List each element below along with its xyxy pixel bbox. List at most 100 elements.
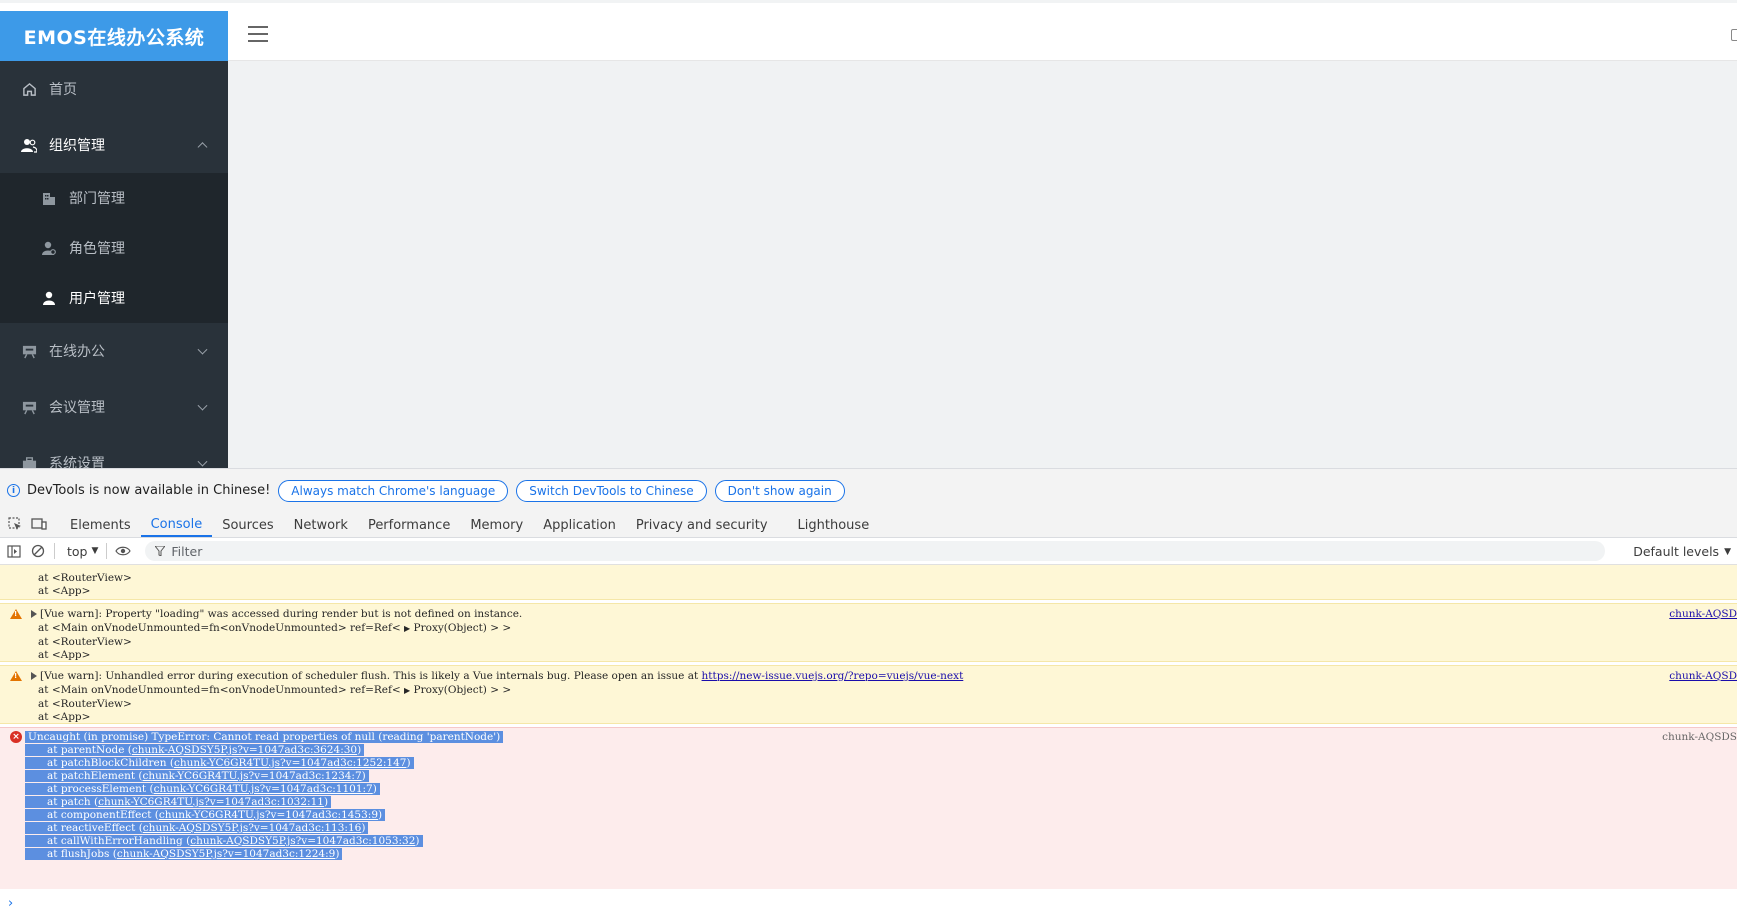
warning-text: [Vue warn]: Property "loading" was acces… bbox=[40, 608, 523, 620]
source-link[interactable]: chunk-AQSDS bbox=[1662, 731, 1737, 743]
filter-icon bbox=[154, 544, 167, 559]
app-logo[interactable]: EMOS在线办公系统 bbox=[0, 11, 228, 61]
console-toolbar: top ▼ Filter Default levels ▼ bbox=[0, 538, 1737, 565]
info-icon: i bbox=[7, 484, 20, 497]
error-text: Uncaught (in promise) TypeError: Cannot … bbox=[25, 731, 504, 743]
inspect-element-icon[interactable] bbox=[6, 515, 24, 533]
notice-text: DevTools is now available in Chinese! bbox=[27, 483, 271, 498]
issue-link[interactable]: https://new-issue.vuejs.org/?repo=vuejs/… bbox=[702, 670, 964, 682]
stack-frame-link[interactable]: chunk-AQSDSY5P.js?v=1047ad3c:1053:32 bbox=[190, 835, 415, 847]
tab-privacy-security[interactable]: Privacy and security bbox=[626, 513, 778, 537]
browser-top-line bbox=[0, 0, 1737, 3]
sidebar-item-office[interactable]: 在线办公 bbox=[0, 323, 228, 379]
devtools-language-notice: i DevTools is now available in Chinese! … bbox=[0, 468, 1737, 512]
sidebar-item-settings[interactable]: 系统设置 bbox=[0, 435, 228, 468]
tab-sources[interactable]: Sources bbox=[212, 513, 283, 537]
console-warning: [Vue warn]: Property "loading" was acces… bbox=[0, 603, 1737, 662]
stack-frame: at flushJobs (chunk-AQSDSY5P.js?v=1047ad… bbox=[25, 848, 343, 860]
stack-frame-link[interactable]: chunk-YC6GR4TU.js?v=1047ad3c:1453:9 bbox=[159, 809, 378, 821]
clear-console-icon[interactable] bbox=[30, 543, 46, 559]
meeting-icon bbox=[21, 399, 37, 415]
role-icon bbox=[41, 240, 57, 256]
sidebar-toggle-icon[interactable] bbox=[6, 543, 22, 559]
match-language-button[interactable]: Always match Chrome's language bbox=[278, 479, 509, 502]
dont-show-again-button[interactable]: Don't show again bbox=[714, 479, 845, 502]
stack-frame-link[interactable]: chunk-YC6GR4TU.js?v=1047ad3c:1101:7 bbox=[154, 783, 373, 795]
context-label: top bbox=[67, 543, 88, 559]
briefcase-icon bbox=[21, 455, 37, 468]
console-filter-input[interactable]: Filter bbox=[145, 541, 1606, 561]
tab-console[interactable]: Console bbox=[140, 513, 213, 537]
tab-lighthouse[interactable]: Lighthouse bbox=[788, 513, 880, 537]
chevron-up-icon bbox=[197, 142, 208, 153]
device-toolbar-icon[interactable] bbox=[30, 515, 48, 533]
tab-elements[interactable]: Elements bbox=[60, 513, 141, 537]
sidebar-item-label: 用户管理 bbox=[69, 291, 125, 307]
hamburger-menu-icon[interactable] bbox=[248, 26, 268, 44]
log-levels-label: Default levels bbox=[1633, 544, 1720, 559]
tab-network[interactable]: Network bbox=[284, 513, 358, 537]
error-icon: × bbox=[10, 731, 22, 743]
sidebar-item-meeting[interactable]: 会议管理 bbox=[0, 379, 228, 435]
sidebar-item-role[interactable]: 角色管理 bbox=[0, 223, 228, 273]
toolbar-divider bbox=[106, 543, 108, 559]
sidebar-item-label: 会议管理 bbox=[49, 400, 105, 416]
warning-text: [Vue warn]: Unhandled error during execu… bbox=[40, 670, 964, 682]
filter-placeholder: Filter bbox=[171, 543, 203, 559]
sidebar-item-user[interactable]: 用户管理 bbox=[0, 273, 228, 323]
log-levels-dropdown[interactable]: Default levels ▼ bbox=[1633, 544, 1731, 559]
devtools-tab-bar: Elements Console Sources Network Perform… bbox=[0, 512, 1737, 538]
expand-triangle-icon[interactable] bbox=[31, 610, 37, 618]
switch-to-chinese-button[interactable]: Switch DevTools to Chinese bbox=[516, 479, 707, 502]
sidebar-item-org[interactable]: 组织管理 bbox=[0, 117, 228, 173]
fullscreen-icon[interactable] bbox=[1731, 29, 1737, 41]
toolbar-divider bbox=[54, 543, 55, 559]
stack-line: at <App> bbox=[38, 649, 91, 661]
stack-frame: at patchBlockChildren (chunk-YC6GR4TU.js… bbox=[25, 757, 414, 769]
console-prompt-icon[interactable]: › bbox=[8, 896, 13, 911]
expand-triangle-icon[interactable] bbox=[31, 672, 37, 680]
stack-frame: at callWithErrorHandling (chunk-AQSDSY5P… bbox=[25, 835, 423, 847]
stack-frame-link[interactable]: chunk-AQSDSY5P.js?v=1047ad3c:3624:30 bbox=[132, 744, 357, 756]
board-icon bbox=[21, 343, 37, 359]
source-link[interactable]: chunk-AQSD bbox=[1669, 670, 1737, 682]
dropdown-arrow-icon: ▼ bbox=[91, 546, 99, 556]
console-warning: [Vue warn]: Unhandled error during execu… bbox=[0, 665, 1737, 724]
stack-line: at <Main onVnodeUnmounted=fn<onVnodeUnmo… bbox=[38, 684, 512, 696]
tab-memory[interactable]: Memory bbox=[460, 513, 533, 537]
console-warning-partial: at <RouterView> at <App> bbox=[0, 565, 1737, 600]
stack-frame: at parentNode (chunk-AQSDSY5P.js?v=1047a… bbox=[25, 744, 365, 756]
sidebar-item-home[interactable]: 首页 bbox=[0, 61, 228, 117]
stack-frame-link[interactable]: chunk-YC6GR4TU.js?v=1047ad3c:1032:11 bbox=[98, 796, 324, 808]
warning-icon bbox=[10, 609, 22, 619]
stack-line: at <RouterView> bbox=[38, 698, 132, 710]
stack-frame: at patch (chunk-YC6GR4TU.js?v=1047ad3c:1… bbox=[25, 796, 332, 808]
live-expression-eye-icon[interactable] bbox=[115, 543, 132, 559]
sidebar-item-label: 在线办公 bbox=[49, 344, 105, 360]
tab-application[interactable]: Application bbox=[533, 513, 626, 537]
sidebar: 首页 组织管理 部门管理 角色管理 用户管理 在线办公 会议管理 系统设置 bbox=[0, 61, 228, 468]
stack-line: at <App> bbox=[38, 585, 91, 597]
dropdown-arrow-icon: ▼ bbox=[1724, 546, 1731, 557]
main-content bbox=[228, 61, 1737, 468]
stack-frame-link[interactable]: chunk-AQSDSY5P.js?v=1047ad3c:113:16 bbox=[143, 822, 362, 834]
sidebar-item-label: 角色管理 bbox=[69, 241, 125, 257]
stack-frame: at patchElement (chunk-YC6GR4TU.js?v=104… bbox=[25, 770, 369, 782]
source-link[interactable]: chunk-AQSD bbox=[1669, 608, 1737, 620]
stack-frame-link[interactable]: chunk-YC6GR4TU.js?v=1047ad3c:1252:147 bbox=[174, 757, 407, 769]
chevron-down-icon bbox=[197, 456, 208, 467]
user-icon bbox=[41, 290, 57, 306]
stack-frame: at reactiveEffect (chunk-AQSDSY5P.js?v=1… bbox=[25, 822, 369, 834]
stack-frame-link[interactable]: chunk-YC6GR4TU.js?v=1047ad3c:1234:7 bbox=[143, 770, 362, 782]
tab-performance[interactable]: Performance bbox=[358, 513, 460, 537]
home-icon bbox=[21, 81, 37, 97]
console-output: at <RouterView> at <App> [Vue warn]: Pro… bbox=[0, 565, 1737, 918]
chevron-down-icon bbox=[197, 344, 208, 355]
sidebar-item-dept[interactable]: 部门管理 bbox=[0, 173, 228, 223]
sidebar-item-label: 部门管理 bbox=[69, 191, 125, 207]
context-selector[interactable]: top ▼ bbox=[67, 544, 98, 559]
stack-line: at <Main onVnodeUnmounted=fn<onVnodeUnmo… bbox=[38, 622, 512, 634]
stack-frame: at processElement (chunk-YC6GR4TU.js?v=1… bbox=[25, 783, 380, 795]
app-header bbox=[228, 11, 1737, 61]
stack-frame-link[interactable]: chunk-AQSDSY5P.js?v=1047ad3c:1224:9 bbox=[117, 848, 336, 860]
